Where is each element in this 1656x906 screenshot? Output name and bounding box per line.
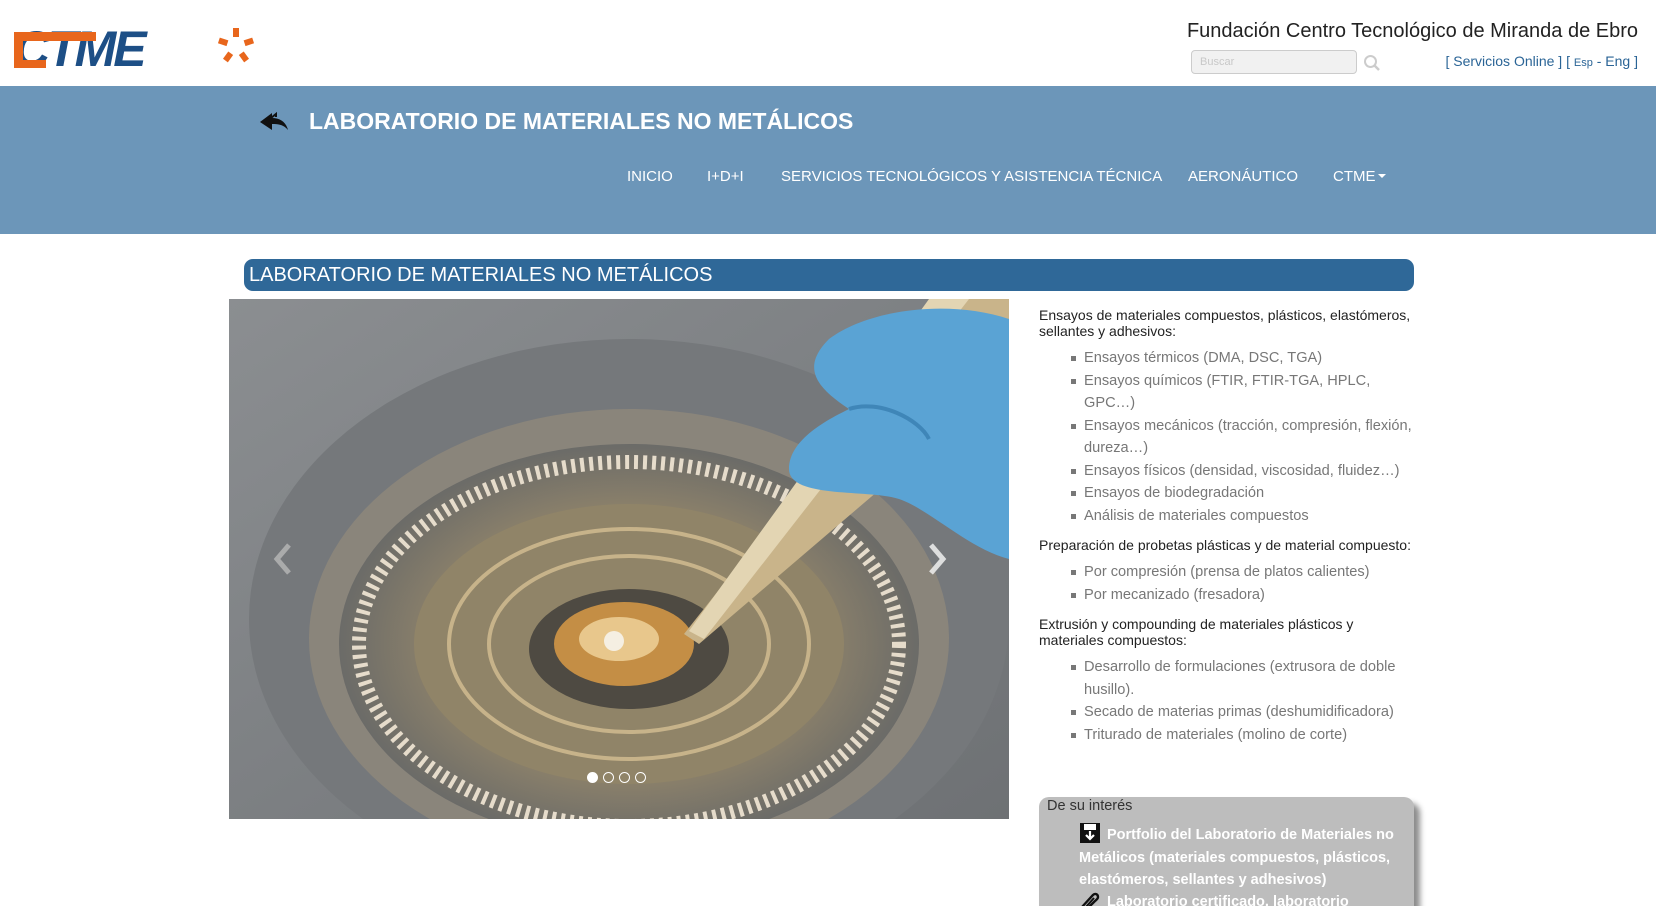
certified-lab-link[interactable]: Laboratorio certificado, laboratorio [1079,889,1409,906]
services-list: Ensayos térmicos (DMA, DSC, TGA) Ensayos… [1071,347,1419,528]
image-carousel[interactable] [229,299,1009,819]
services-content: Ensayos de materiales compuestos, plásti… [1039,307,1419,756]
list-item: Ensayos mecánicos (tracción, compresión,… [1071,415,1419,460]
search-input[interactable] [1191,50,1357,74]
nav-item-ctme-dropdown[interactable]: CTME [1333,168,1386,185]
paperclip-icon [1081,892,1100,906]
list-item: Ensayos térmicos (DMA, DSC, TGA) [1071,347,1419,370]
bracket: ] [ [1554,53,1574,69]
list-item: Ensayos químicos (FTIR, FTIR-TGA, HPLC, … [1071,370,1419,415]
search-icon[interactable] [1363,54,1381,72]
ctme-logo[interactable]: CTME [14,24,264,74]
list-item: Ensayos físicos (densidad, viscosidad, f… [1071,460,1419,483]
bracket: ] [1630,53,1638,69]
list-item: Triturado de materiales (molino de corte… [1071,724,1419,747]
certified-lab-link-label: Laboratorio certificado, laboratorio [1107,894,1349,906]
section-heading: Preparación de probetas plásticas y de m… [1039,537,1411,553]
nav-item-inicio[interactable]: INICIO [627,168,673,185]
list-item: Secado de materias primas (deshumidifica… [1071,701,1419,724]
lab-sample-photo [229,299,1009,819]
carousel-indicator[interactable] [603,772,614,783]
carousel-indicator[interactable] [635,772,646,783]
servicios-online-link[interactable]: Servicios Online [1453,53,1554,69]
main-nav: INICIO I+D+I SERVICIOS TECNOLÓGICOS Y AS… [0,168,1656,190]
list-item: Análisis de materiales compuestos [1071,505,1419,528]
list-item: Ensayos de biodegradación [1071,482,1419,505]
nav-item-aeronautico[interactable]: AERONÁUTICO [1188,168,1298,185]
carousel-indicator[interactable] [587,772,598,783]
separator: - [1592,53,1606,69]
carousel-next-icon[interactable] [921,541,951,577]
section-heading: Ensayos de materiales compuestos, plásti… [1039,307,1411,339]
carousel-indicator[interactable] [619,772,630,783]
header-links: [ Servicios Online ] [ Esp - Eng ] [1445,53,1638,69]
nav-item-servicios[interactable]: SERVICIOS TECNOLÓGICOS Y ASISTENCIA TÉCN… [781,168,1162,185]
carousel-prev-icon[interactable] [269,541,299,577]
section-title: LABORATORIO DE MATERIALES NO METÁLICOS [309,108,854,134]
top-header: CTME Fundación Centro Tecnológico de Mir… [0,0,1656,86]
nav-item-ctme-label: CTME [1333,168,1376,185]
nav-item-idi[interactable]: I+D+I [707,168,744,185]
carousel-indicators [587,770,651,783]
lang-eng-link[interactable]: Eng [1605,53,1630,69]
page-heading: LABORATORIO DE MATERIALES NO METÁLICOS [244,259,1414,291]
services-list: Desarrollo de formulaciones (extrusora d… [1071,656,1419,747]
list-item: Por mecanizado (fresadora) [1071,584,1419,607]
list-item: Desarrollo de formulaciones (extrusora d… [1071,656,1419,701]
portfolio-link-label: Portfolio del Laboratorio de Materiales … [1079,827,1394,888]
interest-title: De su interés [1047,798,1133,814]
back-arrow-icon[interactable] [258,110,290,132]
interest-box: De su interés Portfolio del Laboratorio … [1039,797,1414,906]
services-list: Por compresión (prensa de platos calient… [1071,561,1419,607]
download-icon [1080,823,1100,843]
caret-down-icon [1377,174,1386,179]
section-heading: Extrusión y compounding de materiales pl… [1039,616,1354,648]
org-title: Fundación Centro Tecnológico de Miranda … [1186,20,1638,42]
portfolio-link[interactable]: Portfolio del Laboratorio de Materiales … [1079,822,1409,892]
list-item: Por compresión (prensa de platos calient… [1071,561,1419,584]
search-box [1191,50,1380,74]
lang-esp-link[interactable]: Esp [1574,57,1593,69]
